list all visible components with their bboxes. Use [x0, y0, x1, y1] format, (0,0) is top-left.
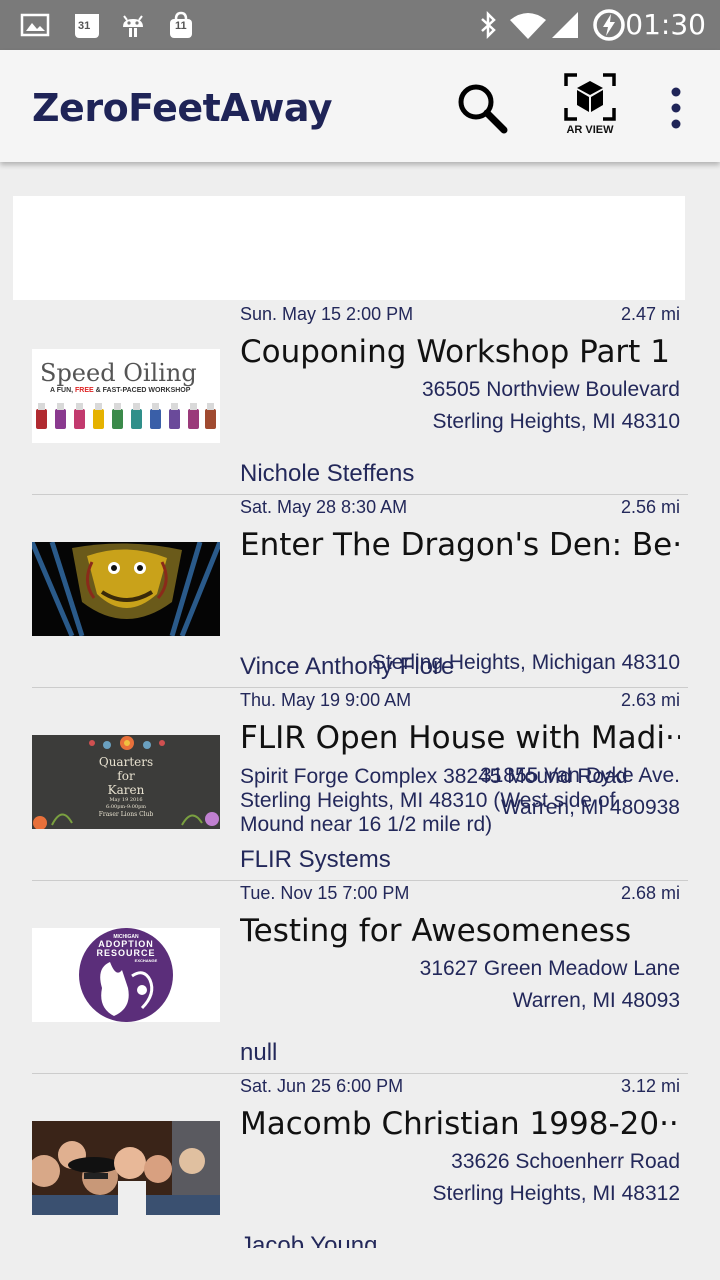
wifi-icon — [510, 13, 546, 39]
search-button[interactable] — [452, 78, 512, 138]
more-vert-icon — [671, 87, 681, 129]
ar-cube-icon — [564, 73, 616, 121]
ar-view-label: AR VIEW — [566, 124, 614, 136]
app-bar: ZeroFeetAway AR VIEW — [0, 50, 720, 162]
event-title: Enter The Dragon's Den: Be·· — [240, 527, 680, 563]
event-date: Sat. May 28 8:30 AM — [240, 497, 408, 517]
event-distance: 2.68 mi — [620, 883, 680, 903]
bluetooth-icon — [481, 10, 496, 40]
event-date: Thu. May 19 9:00 AM — [240, 690, 412, 710]
clock: 01:30 — [625, 8, 706, 41]
thumb-text: Quarters for Karen May 19 2016 6:00pm-9:… — [98, 755, 154, 818]
event-distance: 2.56 mi — [620, 497, 680, 517]
event-address-line2: Warren, MI 48093 — [512, 989, 680, 1012]
event-distance: 3.12 mi — [620, 1076, 680, 1096]
event-address-line2: Sterling Heights, MI 48312 — [432, 1182, 680, 1205]
event-date: Tue. Nov 15 7:00 PM — [240, 883, 410, 903]
app-title: ZeroFeetAway — [32, 86, 333, 130]
logo-text: MICHIGAN ADOPTION RESOURCE EXCHANGE — [96, 934, 158, 963]
ar-view-button[interactable]: AR VIEW — [556, 70, 624, 142]
event-address-line1: 31627 Green Meadow Lane — [419, 957, 680, 980]
event-organizer[interactable]: FLIR Systems — [240, 846, 391, 874]
bag-count: 11 — [175, 20, 187, 32]
event-title: Testing for Awesomeness — [240, 913, 632, 949]
event-thumbnail — [32, 1121, 220, 1215]
event-thumbnail: Speed Oiling A FUN, FREE & FAST-PACED WO… — [32, 349, 220, 443]
dragon-artwork — [32, 542, 220, 636]
event-thumbnail: MICHIGAN ADOPTION RESOURCE EXCHANGE — [32, 928, 220, 1022]
event-title: Macomb Christian 1998-20·· — [240, 1106, 679, 1142]
event-address-line2: Sterling Heights, MI 48310 — [432, 410, 680, 433]
event-list: Sun. May 15 2:00 PM 2.47 mi Couponing Wo… — [0, 302, 720, 1248]
ad-banner[interactable] — [13, 196, 685, 300]
search-icon — [458, 84, 508, 134]
event-organizer[interactable]: null — [240, 1039, 277, 1067]
event-item[interactable]: Thu. May 19 9:00 AM 2.63 mi FLIR Open Ho… — [0, 688, 720, 881]
event-item[interactable]: Tue. Nov 15 7:00 PM 2.68 mi Testing for … — [0, 881, 720, 1074]
event-item[interactable]: Sat. May 28 8:30 AM 2.56 mi Enter The Dr… — [0, 495, 720, 836]
calendar-day: 31 — [78, 20, 91, 32]
event-date: Sun. May 15 2:00 PM — [240, 304, 414, 324]
event-address-line1: 31855 Van Dyke Ave. — [479, 764, 680, 787]
event-organizer[interactable]: Nichole Steffens — [240, 460, 414, 488]
android-icon — [123, 15, 143, 37]
event-item[interactable]: Sat. Jun 25 6:00 PM 3.12 mi Macomb Chris… — [0, 1074, 720, 1248]
signal-icon — [552, 12, 578, 38]
event-thumbnail: Quarters for Karen May 19 2016 6:00pm-9:… — [32, 735, 220, 829]
event-item[interactable]: Sun. May 15 2:00 PM 2.47 mi Couponing Wo… — [0, 302, 720, 495]
event-thumbnail — [32, 542, 220, 636]
event-distance: 2.63 mi — [620, 690, 680, 710]
status-bar: 31 11 01:30 — [0, 0, 720, 50]
oil-bottles-graphic — [36, 403, 216, 429]
event-distance: 2.47 mi — [620, 304, 680, 324]
group-photo — [32, 1121, 220, 1215]
event-title: FLIR Open House with Madi·· — [240, 720, 680, 756]
event-address-line2: Warren, MI 480938 — [501, 796, 680, 819]
event-organizer[interactable]: Jacob Young — [240, 1232, 377, 1248]
overflow-menu-button[interactable] — [660, 84, 692, 132]
image-icon — [20, 13, 50, 37]
battery-charging-icon — [593, 9, 625, 41]
event-address-line1: 33626 Schoenherr Road — [451, 1150, 680, 1173]
event-title: Couponing Workshop Part 1 — [240, 334, 670, 370]
event-date: Sat. Jun 25 6:00 PM — [240, 1076, 404, 1096]
event-address-line2: Sterling Heights, Michigan 48310 — [371, 651, 680, 674]
event-address-line1: 36505 Northview Boulevard — [422, 378, 680, 401]
